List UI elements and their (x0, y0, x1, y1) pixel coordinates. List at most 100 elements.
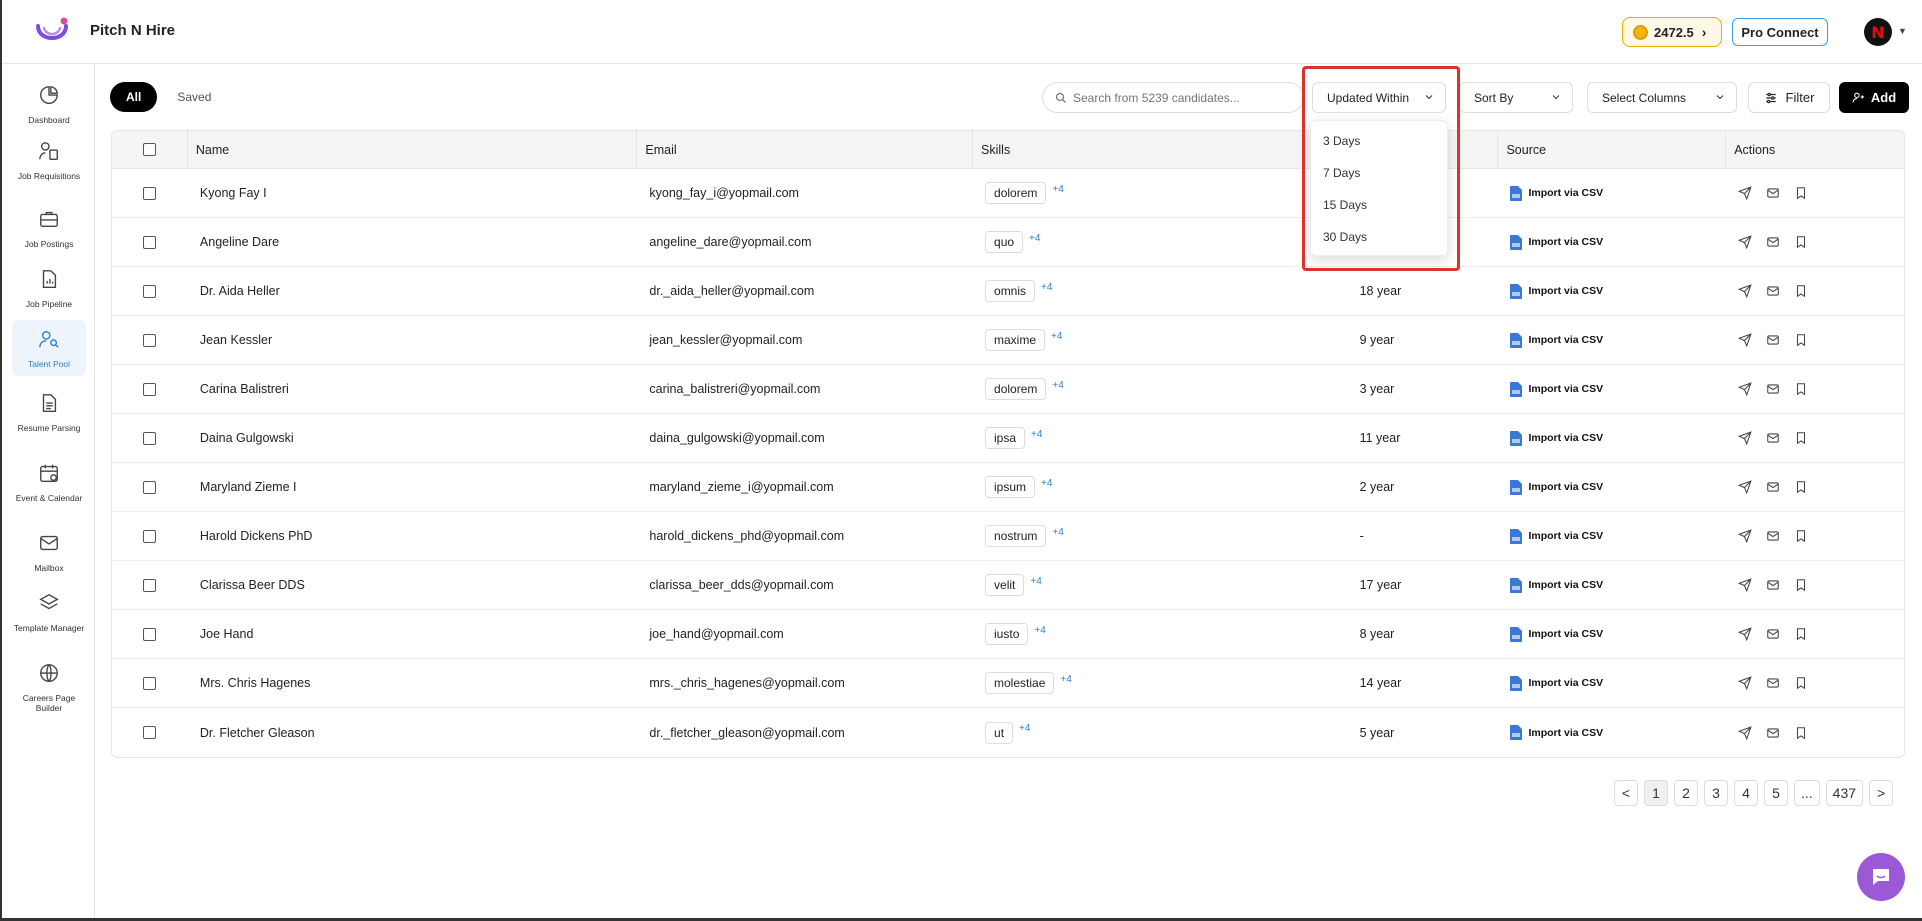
mail-icon[interactable] (1766, 676, 1780, 690)
candidate-name[interactable]: Mrs. Chris Hagenes (188, 659, 637, 707)
table-row[interactable]: Jean Kessler jean_kessler@yopmail.com ma… (112, 316, 1904, 365)
bookmark-icon[interactable] (1794, 186, 1808, 200)
candidate-name[interactable]: Daina Gulgowski (188, 414, 637, 462)
candidate-name[interactable]: Jean Kessler (188, 316, 637, 364)
sidebar-item-resume-parsing[interactable]: Resume Parsing (12, 388, 86, 444)
more-skills-badge[interactable]: +4 (1030, 576, 1041, 587)
avatar[interactable]: N (1864, 18, 1892, 46)
page-button[interactable]: 4 (1734, 780, 1758, 806)
mail-icon[interactable] (1766, 627, 1780, 641)
mail-icon[interactable] (1766, 333, 1780, 347)
send-icon[interactable] (1738, 480, 1752, 494)
dropdown-option-7-days[interactable]: 7 Days (1311, 157, 1447, 189)
row-checkbox[interactable] (143, 382, 157, 396)
candidate-name[interactable]: Carina Balistreri (188, 365, 637, 413)
row-checkbox[interactable] (143, 333, 157, 347)
row-checkbox[interactable] (143, 578, 157, 592)
send-icon[interactable] (1738, 186, 1752, 200)
more-skills-badge[interactable]: +4 (1052, 527, 1063, 538)
sidebar-item-job-requisitions[interactable]: Job Requisitions (12, 136, 86, 192)
more-skills-badge[interactable]: +4 (1019, 723, 1030, 734)
row-checkbox[interactable] (143, 627, 157, 641)
bookmark-icon[interactable] (1794, 382, 1808, 396)
bookmark-icon[interactable] (1794, 333, 1808, 347)
dropdown-option-15-days[interactable]: 15 Days (1311, 189, 1447, 221)
page-button[interactable]: 3 (1704, 780, 1728, 806)
table-row[interactable]: Angeline Dare angeline_dare@yopmail.com … (112, 218, 1904, 267)
candidate-name[interactable]: Dr. Fletcher Gleason (188, 708, 637, 757)
bookmark-icon[interactable] (1794, 578, 1808, 592)
column-header-name[interactable]: Name (188, 131, 638, 168)
sort-by-select[interactable]: Sort By (1459, 82, 1573, 113)
select-all-checkbox[interactable] (142, 143, 156, 156)
more-skills-badge[interactable]: +4 (1041, 478, 1052, 489)
coin-balance-button[interactable]: 2472.5 › (1622, 17, 1722, 47)
table-row[interactable]: Carina Balistreri carina_balistreri@yopm… (112, 365, 1904, 414)
table-row[interactable]: Clarissa Beer DDS clarissa_beer_dds@yopm… (112, 561, 1904, 610)
more-skills-badge[interactable]: +4 (1034, 625, 1045, 636)
mail-icon[interactable] (1766, 529, 1780, 543)
table-row[interactable]: Harold Dickens PhD harold_dickens_phd@yo… (112, 512, 1904, 561)
sidebar-item-job-postings[interactable]: Job Postings (12, 204, 86, 249)
send-icon[interactable] (1738, 333, 1752, 347)
row-checkbox[interactable] (143, 284, 157, 298)
table-row[interactable]: Mrs. Chris Hagenes mrs._chris_hagenes@yo… (112, 659, 1904, 708)
sidebar-item-mailbox[interactable]: Mailbox (12, 528, 86, 573)
mail-icon[interactable] (1766, 186, 1780, 200)
dropdown-option-30-days[interactable]: 30 Days (1311, 221, 1447, 253)
sidebar-item-careers-page-builder[interactable]: Careers Page Builder (12, 658, 86, 714)
send-icon[interactable] (1738, 431, 1752, 445)
candidate-name[interactable]: Maryland Zieme I (188, 463, 637, 511)
more-skills-badge[interactable]: +4 (1029, 233, 1040, 244)
send-icon[interactable] (1738, 725, 1752, 740)
page-prev-button[interactable]: < (1614, 780, 1638, 806)
bookmark-icon[interactable] (1794, 235, 1808, 249)
row-checkbox[interactable] (143, 431, 157, 445)
candidate-name[interactable]: Joe Hand (188, 610, 637, 658)
sidebar-item-template-manager[interactable]: Template Manager (12, 588, 86, 644)
table-row[interactable]: Dr. Fletcher Gleason dr._fletcher_gleaso… (112, 708, 1904, 757)
more-skills-badge[interactable]: +4 (1031, 429, 1042, 440)
tab-all[interactable]: All (110, 82, 158, 112)
row-checkbox[interactable] (143, 480, 157, 494)
page-button[interactable]: 2 (1674, 780, 1698, 806)
table-row[interactable]: Maryland Zieme I maryland_zieme_i@yopmai… (112, 463, 1904, 512)
candidate-name[interactable]: Angeline Dare (188, 218, 637, 266)
candidate-name[interactable]: Kyong Fay I (188, 169, 637, 217)
send-icon[interactable] (1738, 235, 1752, 249)
send-icon[interactable] (1738, 627, 1752, 641)
more-skills-badge[interactable]: +4 (1051, 331, 1062, 342)
candidate-name[interactable]: Harold Dickens PhD (188, 512, 637, 560)
bookmark-icon[interactable] (1794, 529, 1808, 543)
select-columns-select[interactable]: Select Columns (1587, 82, 1737, 113)
column-header-source[interactable]: Source (1498, 131, 1727, 168)
column-header-email[interactable]: Email (637, 131, 974, 168)
pro-connect-button[interactable]: Pro Connect (1732, 18, 1828, 46)
mail-icon[interactable] (1766, 284, 1780, 298)
app-logo[interactable] (34, 16, 70, 48)
row-checkbox[interactable] (143, 186, 157, 200)
bookmark-icon[interactable] (1794, 431, 1808, 445)
row-checkbox[interactable] (143, 676, 157, 690)
mail-icon[interactable] (1766, 235, 1780, 249)
row-checkbox[interactable] (143, 235, 157, 249)
row-checkbox[interactable] (143, 726, 157, 739)
table-row[interactable]: Joe Hand joe_hand@yopmail.com iusto +4 8… (112, 610, 1904, 659)
sidebar-item-event-calendar[interactable]: Event & Calendar (12, 458, 86, 514)
table-row[interactable]: Dr. Aida Heller dr._aida_heller@yopmail.… (112, 267, 1904, 316)
search-input[interactable] (1073, 90, 1293, 105)
tab-saved[interactable]: Saved (161, 82, 227, 112)
more-skills-badge[interactable]: +4 (1052, 380, 1063, 391)
caret-down-icon[interactable]: ▼ (1898, 26, 1907, 36)
bookmark-icon[interactable] (1794, 480, 1808, 494)
sidebar-item-dashboard[interactable]: Dashboard (12, 80, 86, 125)
table-row[interactable]: Kyong Fay I kyong_fay_i@yopmail.com dolo… (112, 169, 1904, 218)
chat-button[interactable] (1857, 853, 1905, 901)
bookmark-icon[interactable] (1794, 284, 1808, 298)
bookmark-icon[interactable] (1794, 627, 1808, 641)
add-candidate-button[interactable]: Add (1839, 82, 1909, 113)
dropdown-option-3-days[interactable]: 3 Days (1311, 125, 1447, 157)
candidate-name[interactable]: Dr. Aida Heller (188, 267, 637, 315)
more-skills-badge[interactable]: +4 (1041, 282, 1052, 293)
table-row[interactable]: Daina Gulgowski daina_gulgowski@yopmail.… (112, 414, 1904, 463)
